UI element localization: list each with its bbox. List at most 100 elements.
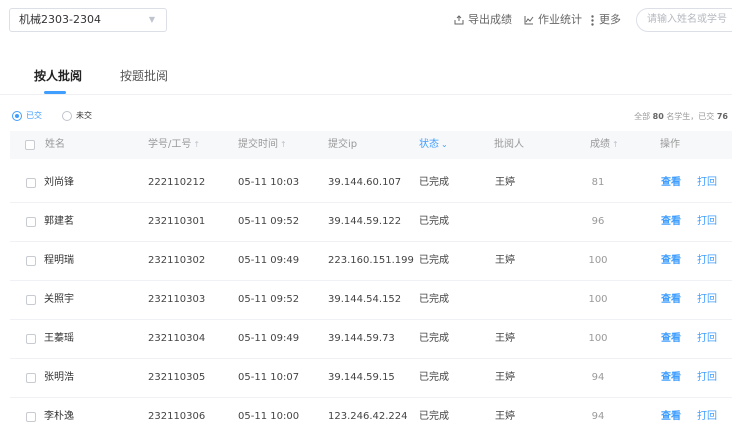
row-divider — [10, 397, 732, 398]
student-name: 李朴逸 — [44, 411, 74, 422]
header-submit-time[interactable]: 提交时间 ↑ — [238, 131, 287, 159]
status: 已完成 — [419, 255, 449, 266]
header-student-id[interactable]: 学号/工号 ↑ — [148, 131, 200, 159]
filter-submitted-label: 已交 — [26, 111, 42, 120]
export-grades-label: 导出成绩 — [468, 13, 512, 26]
return-link[interactable]: 打回 — [697, 293, 717, 307]
score: 96 — [591, 216, 605, 227]
chevron-down-icon: ⌄ — [441, 140, 448, 149]
row-checkbox[interactable] — [26, 256, 36, 266]
return-link[interactable]: 打回 — [697, 254, 717, 268]
summary-middle: 名学生，已交 — [666, 112, 715, 121]
export-icon — [454, 15, 464, 25]
reviewer: 王婷 — [495, 372, 515, 383]
assignment-stats-button[interactable]: 作业统计 — [524, 10, 582, 30]
submit-ip: 39.144.60.107 — [328, 177, 402, 188]
header-score[interactable]: 成绩 ↑ — [590, 131, 619, 159]
row-checkbox[interactable] — [26, 178, 36, 188]
submit-time: 05-11 10:00 — [238, 411, 300, 422]
submit-time: 05-11 10:07 — [238, 372, 300, 383]
submit-time: 05-11 09:52 — [238, 294, 300, 305]
view-link[interactable]: 查看 — [661, 176, 681, 190]
header-score-label: 成绩 — [590, 139, 610, 150]
submit-ip: 39.144.59.73 — [328, 333, 395, 344]
row-divider — [10, 280, 732, 281]
student-id: 232110302 — [148, 255, 206, 266]
status: 已完成 — [419, 177, 449, 188]
student-id: 222110212 — [148, 177, 206, 188]
student-id: 232110303 — [148, 294, 206, 305]
table-header — [10, 131, 732, 159]
row-checkbox[interactable] — [26, 217, 36, 227]
student-name: 关照宇 — [44, 294, 74, 305]
search-input[interactable]: 请输入姓名或学号 — [636, 8, 732, 32]
student-name: 王蓁瑶 — [44, 333, 74, 344]
more-label: 更多 — [599, 13, 621, 26]
status: 已完成 — [419, 333, 449, 344]
return-link[interactable]: 打回 — [697, 176, 717, 190]
submit-time: 05-11 09:49 — [238, 333, 300, 344]
row-divider — [10, 319, 732, 320]
return-link[interactable]: 打回 — [697, 215, 717, 229]
summary-submitted: 76 — [716, 112, 728, 121]
student-name: 郭建茗 — [44, 216, 74, 227]
score: 100 — [588, 294, 608, 305]
status: 已完成 — [419, 216, 449, 227]
select-all-checkbox[interactable] — [25, 140, 35, 150]
reviewer: 王婷 — [495, 411, 515, 422]
sort-arrow-icon: ↑ — [193, 140, 201, 149]
tab-by-person[interactable]: 按人批阅 — [34, 68, 82, 84]
header-submit-time-label: 提交时间 — [238, 139, 278, 150]
header-actions: 操作 — [660, 139, 680, 150]
student-id: 232110304 — [148, 333, 206, 344]
view-link[interactable]: 查看 — [661, 254, 681, 268]
submission-summary: 全部 80 名学生，已交 76 — [634, 111, 728, 122]
row-checkbox[interactable] — [26, 373, 36, 383]
chevron-down-icon: ▼ — [148, 15, 155, 24]
tab-divider — [0, 94, 732, 95]
more-button[interactable]: 更多 — [590, 10, 621, 30]
submit-time: 05-11 10:03 — [238, 177, 300, 188]
student-id: 232110301 — [148, 216, 206, 227]
reviewer: 王婷 — [495, 333, 515, 344]
submit-ip: 39.144.54.152 — [328, 294, 402, 305]
return-link[interactable]: 打回 — [697, 371, 717, 385]
class-select[interactable]: 机械2303-2304 ▼ — [9, 8, 167, 32]
view-link[interactable]: 查看 — [661, 293, 681, 307]
view-link[interactable]: 查看 — [661, 332, 681, 346]
view-link[interactable]: 查看 — [661, 410, 681, 424]
filter-not-submitted-radio[interactable]: 未交 — [62, 110, 92, 121]
export-grades-button[interactable]: 导出成绩 — [454, 10, 512, 30]
filter-submitted-radio[interactable]: 已交 — [12, 110, 42, 121]
status: 已完成 — [419, 294, 449, 305]
student-id: 232110305 — [148, 372, 206, 383]
sort-arrow-icon: ↑ — [612, 140, 619, 149]
row-divider — [10, 202, 732, 203]
student-name: 程明瑞 — [44, 255, 74, 266]
header-status[interactable]: 状态 ⌄ — [419, 131, 448, 159]
return-link[interactable]: 打回 — [697, 332, 717, 346]
score: 100 — [588, 255, 608, 266]
submit-ip: 39.144.59.122 — [328, 216, 402, 227]
submit-time: 05-11 09:49 — [238, 255, 300, 266]
score: 94 — [591, 372, 605, 383]
score: 94 — [591, 411, 605, 422]
more-vertical-icon — [591, 14, 594, 26]
row-checkbox[interactable] — [26, 412, 36, 422]
view-link[interactable]: 查看 — [661, 215, 681, 229]
student-id: 232110306 — [148, 411, 206, 422]
tab-by-question[interactable]: 按题批阅 — [120, 68, 168, 84]
row-checkbox[interactable] — [26, 334, 36, 344]
class-select-value: 机械2303-2304 — [19, 13, 101, 26]
filter-not-submitted-label: 未交 — [76, 111, 92, 120]
score: 81 — [591, 177, 605, 188]
return-link[interactable]: 打回 — [697, 410, 717, 424]
radio-checked-icon — [12, 110, 22, 121]
summary-prefix: 全部 — [634, 112, 651, 121]
reviewer: 王婷 — [495, 177, 515, 188]
radio-unchecked-icon — [62, 110, 72, 121]
student-name: 张明浩 — [44, 372, 74, 383]
row-checkbox[interactable] — [26, 295, 36, 305]
assignment-stats-label: 作业统计 — [538, 13, 582, 26]
view-link[interactable]: 查看 — [661, 371, 681, 385]
